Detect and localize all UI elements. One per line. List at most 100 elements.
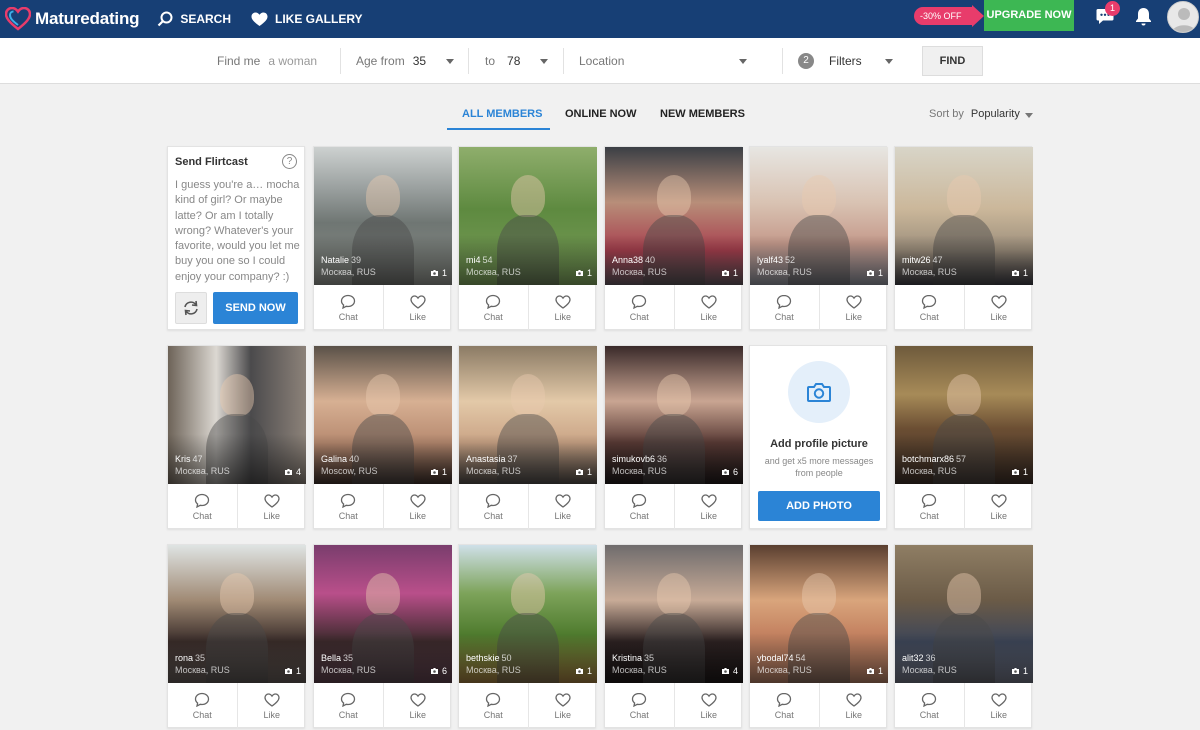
- send-now-button[interactable]: SEND NOW: [213, 292, 298, 324]
- member-photo[interactable]: Bella 35 Москва, RUS 6: [314, 545, 452, 683]
- find-button[interactable]: FIND: [922, 46, 983, 76]
- like-button[interactable]: Like: [382, 683, 453, 729]
- member-card[interactable]: Anastasia 37 Москва, RUS 1 Chat Like: [458, 345, 598, 530]
- member-photo[interactable]: Anastasia 37 Москва, RUS 1: [459, 346, 597, 484]
- member-photo[interactable]: ybodal74 54 Москва, RUS 1: [750, 545, 888, 683]
- member-name[interactable]: simukovb6 36: [612, 454, 667, 464]
- member-name[interactable]: Galina 40: [321, 454, 359, 464]
- member-name[interactable]: Anna38 40: [612, 255, 655, 265]
- member-card[interactable]: alit32 36 Москва, RUS 1 Chat Like: [894, 544, 1034, 729]
- member-card[interactable]: Galina 40 Moscow, RUS 1 Chat Like: [313, 345, 452, 530]
- member-card[interactable]: bethskie 50 Москва, RUS 1 Chat Like: [458, 544, 598, 729]
- upgrade-button[interactable]: UPGRADE NOW: [984, 0, 1074, 31]
- age-from-select[interactable]: Age from 35: [356, 38, 426, 84]
- chevron-down-icon[interactable]: [739, 59, 747, 64]
- like-button[interactable]: Like: [527, 285, 598, 331]
- help-icon[interactable]: ?: [282, 154, 297, 169]
- find-me-select[interactable]: Find me a woman: [217, 38, 317, 84]
- like-button[interactable]: Like: [818, 285, 889, 331]
- member-card[interactable]: Bella 35 Москва, RUS 6 Chat Like: [313, 544, 453, 729]
- like-button[interactable]: Like: [527, 484, 598, 530]
- chevron-down-icon[interactable]: [885, 59, 893, 64]
- member-name[interactable]: rona 35: [175, 653, 205, 663]
- member-photo[interactable]: lyalf43 52 Москва, RUS 1: [750, 147, 888, 285]
- member-photo[interactable]: rona 35 Москва, RUS 1: [168, 545, 306, 683]
- member-card[interactable]: Kris 47 Москва, RUS 4 Chat Like: [167, 345, 307, 530]
- chat-button[interactable]: Chat: [314, 285, 383, 331]
- member-card[interactable]: Kristina 35 Москва, RUS 4 Chat Like: [604, 544, 744, 729]
- member-name[interactable]: Anastasia 37: [466, 454, 518, 464]
- filters-select[interactable]: 2 Filters: [798, 38, 862, 84]
- chevron-down-icon[interactable]: [1025, 113, 1033, 118]
- member-card[interactable]: Natalie 39 Москва, RUS 1 Chat Like: [313, 146, 453, 331]
- member-name[interactable]: Kristina 35: [612, 653, 654, 663]
- member-photo[interactable]: Kristina 35 Москва, RUS 4: [605, 545, 743, 683]
- chat-button[interactable]: Chat: [314, 484, 383, 530]
- add-photo-circle[interactable]: [788, 361, 850, 423]
- chat-button[interactable]: Chat: [605, 484, 674, 530]
- age-to-select[interactable]: to 78: [485, 38, 520, 84]
- tab-new-members[interactable]: NEW MEMBERS: [660, 108, 745, 120]
- like-button[interactable]: Like: [818, 683, 889, 729]
- member-name[interactable]: bethskie 50: [466, 653, 512, 663]
- member-name[interactable]: Natalie 39: [321, 255, 361, 265]
- chat-button[interactable]: Chat: [459, 683, 528, 729]
- like-button[interactable]: Like: [382, 285, 453, 331]
- chat-button[interactable]: Chat: [750, 683, 819, 729]
- member-photo[interactable]: mi4 54 Москва, RUS 1: [459, 147, 597, 285]
- like-button[interactable]: Like: [673, 683, 744, 729]
- like-button[interactable]: Like: [963, 285, 1034, 331]
- sort-select[interactable]: Sort by Popularity: [929, 108, 1020, 120]
- chat-button[interactable]: Chat: [459, 285, 528, 331]
- member-photo[interactable]: bethskie 50 Москва, RUS 1: [459, 545, 597, 683]
- member-name[interactable]: mi4 54: [466, 255, 493, 265]
- member-name[interactable]: alit32 36: [902, 653, 936, 663]
- member-card[interactable]: ybodal74 54 Москва, RUS 1 Chat Like: [749, 544, 889, 729]
- member-card[interactable]: botchmarx86 57 Москва, RUS 1 Chat Like: [894, 345, 1034, 530]
- nav-search[interactable]: SEARCH: [157, 0, 231, 38]
- user-avatar[interactable]: [1167, 1, 1199, 33]
- member-card[interactable]: Anna38 40 Москва, RUS 1 Chat Like: [604, 146, 744, 331]
- logo[interactable]: Maturedating: [4, 0, 140, 38]
- nav-like-gallery[interactable]: LIKE GALLERY: [251, 0, 363, 38]
- like-button[interactable]: Like: [527, 683, 598, 729]
- member-photo[interactable]: Anna38 40 Москва, RUS 1: [605, 147, 743, 285]
- chat-button[interactable]: Chat: [168, 484, 237, 530]
- chat-button[interactable]: Chat: [895, 285, 964, 331]
- member-name[interactable]: Bella 35: [321, 653, 353, 663]
- chat-button[interactable]: Chat: [168, 683, 237, 729]
- like-button[interactable]: Like: [673, 285, 744, 331]
- like-button[interactable]: Like: [236, 484, 307, 530]
- chat-button[interactable]: Chat: [895, 683, 964, 729]
- member-photo[interactable]: Galina 40 Moscow, RUS 1: [314, 346, 452, 484]
- location-select[interactable]: Location: [579, 38, 624, 84]
- chevron-down-icon[interactable]: [446, 59, 454, 64]
- member-name[interactable]: botchmarx86 57: [902, 454, 966, 464]
- member-name[interactable]: ybodal74 54: [757, 653, 806, 663]
- bell-icon[interactable]: [1135, 7, 1152, 31]
- like-button[interactable]: Like: [236, 683, 307, 729]
- add-photo-button[interactable]: ADD PHOTO: [758, 491, 880, 521]
- chat-button[interactable]: Chat: [605, 683, 674, 729]
- chat-button[interactable]: Chat: [459, 484, 528, 530]
- chevron-down-icon[interactable]: [540, 59, 548, 64]
- member-card[interactable]: lyalf43 52 Москва, RUS 1 Chat Like: [749, 146, 889, 331]
- member-card[interactable]: mi4 54 Москва, RUS 1 Chat Like: [458, 146, 598, 331]
- like-button[interactable]: Like: [673, 484, 744, 530]
- member-photo[interactable]: mitw26 47 Москва, RUS 1: [895, 147, 1033, 285]
- member-photo[interactable]: simukovb6 36 Москва, RUS 6: [605, 346, 743, 484]
- tab-all-members[interactable]: ALL MEMBERS: [462, 108, 542, 120]
- member-photo[interactable]: Natalie 39 Москва, RUS 1: [314, 147, 452, 285]
- member-name[interactable]: lyalf43 52: [757, 255, 795, 265]
- member-photo[interactable]: alit32 36 Москва, RUS 1: [895, 545, 1033, 683]
- like-button[interactable]: Like: [963, 484, 1034, 530]
- member-photo[interactable]: Kris 47 Москва, RUS 4: [168, 346, 306, 484]
- tab-online-now[interactable]: ONLINE NOW: [565, 108, 637, 120]
- like-button[interactable]: Like: [963, 683, 1034, 729]
- chat-button[interactable]: Chat: [895, 484, 964, 530]
- chat-button[interactable]: Chat: [750, 285, 819, 331]
- chat-button[interactable]: Chat: [605, 285, 674, 331]
- chat-button[interactable]: Chat: [314, 683, 383, 729]
- member-card[interactable]: rona 35 Москва, RUS 1 Chat Like: [167, 544, 307, 729]
- member-card[interactable]: mitw26 47 Москва, RUS 1 Chat Like: [894, 146, 1034, 331]
